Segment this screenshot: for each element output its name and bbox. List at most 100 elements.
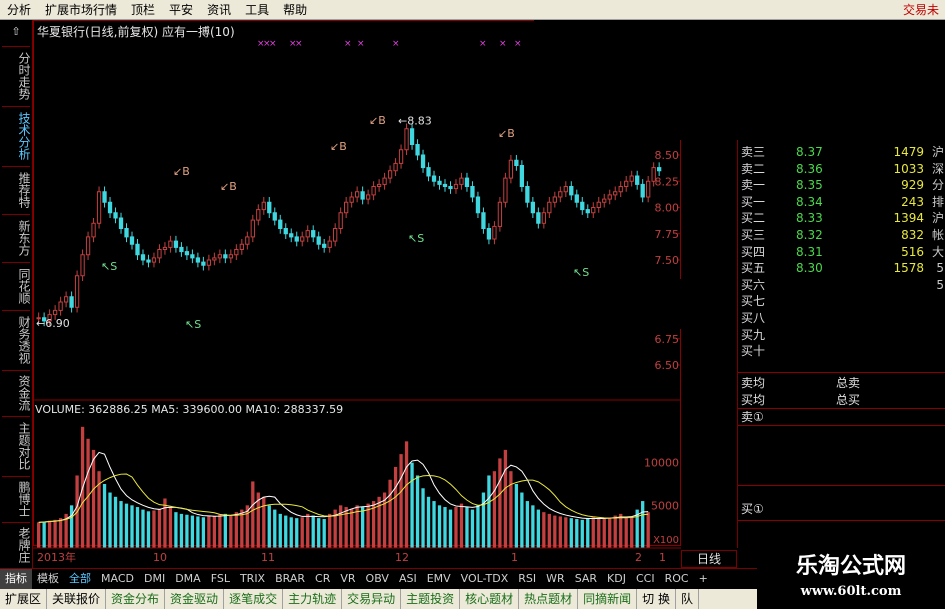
tab-theme-compare[interactable]: 主题对比 (2, 416, 31, 474)
status-tab-10[interactable]: 同摘新闻 (578, 589, 638, 609)
menu-topbar[interactable]: 顶栏 (124, 0, 162, 20)
volume-bar (481, 492, 486, 548)
candle-body (569, 186, 574, 196)
indicator-tab-4[interactable]: DMI (139, 569, 170, 589)
period-selector[interactable]: 日线 (681, 550, 737, 568)
candle-body (118, 217, 124, 229)
menu-trade[interactable]: 交易未 (899, 0, 945, 20)
price-tick-label: 6.50 (655, 359, 680, 372)
buy-label: 买七 (741, 294, 766, 309)
volume-bar (119, 501, 123, 548)
volume-bar (218, 514, 222, 548)
status-tab-8[interactable]: 核心题材 (460, 589, 520, 609)
volume-bar (520, 492, 524, 548)
buy-price: 8.31 (796, 244, 823, 259)
candle-body (173, 240, 179, 248)
volume-bar (91, 449, 96, 548)
status-tab-0[interactable]: 扩展区 (0, 589, 48, 609)
menu-pingan[interactable]: 平安 (162, 0, 200, 20)
status-tab-2[interactable]: 资金分布 (106, 589, 166, 609)
indicator-tab-9[interactable]: CR (310, 569, 335, 589)
status-tab-7[interactable]: 主题投资 (401, 589, 461, 609)
scroll-up-icon[interactable]: ⇧ (0, 20, 32, 44)
tab-pengboshi[interactable]: 鹏博士 (2, 476, 31, 520)
status-tab-1[interactable]: 关联报价 (47, 589, 107, 609)
candle-body (217, 254, 223, 259)
sell-label: 卖二 (741, 161, 766, 176)
indicator-tab-8[interactable]: BRAR (270, 569, 310, 589)
date-tick-label: 1 (511, 551, 518, 564)
volume-bar (207, 515, 211, 548)
candle-body (492, 225, 497, 240)
sell-price: 8.35 (796, 178, 823, 193)
indicator-tab-3[interactable]: MACD (96, 569, 139, 589)
buy-label: 买四 (741, 244, 766, 259)
indicator-tab-2[interactable]: 全部 (64, 569, 96, 589)
tab-tonghuashun[interactable]: 同花顺 (2, 262, 31, 308)
indicator-tab-1[interactable]: 模板 (32, 569, 64, 589)
sell-signal-label: ↖S (101, 260, 117, 273)
status-tab-11[interactable]: 切 换 (637, 589, 676, 609)
indicator-tab-19[interactable]: CCI (631, 569, 660, 589)
candle-body (382, 177, 387, 185)
candle-body (272, 212, 277, 221)
quote-divider (738, 372, 945, 373)
indicator-tab-12[interactable]: ASI (394, 569, 422, 589)
candle-body (195, 257, 201, 263)
status-tab-3[interactable]: 资金驱动 (165, 589, 225, 609)
indicator-tab-21[interactable]: + (694, 569, 713, 589)
tab-old-dealer[interactable]: 老牌庄 (2, 522, 31, 566)
menu-analysis[interactable]: 分析 (0, 0, 38, 20)
candle-body (464, 177, 470, 188)
tab-new-oriental[interactable]: 新东方 (2, 214, 31, 260)
indicator-tab-20[interactable]: ROC (660, 569, 694, 589)
volume-bar (273, 509, 277, 548)
volume-bar (168, 507, 173, 548)
volume-bar (102, 484, 107, 548)
buy-avg-label: 买均 (741, 393, 766, 407)
tab-fund-flow[interactable]: 资金流 (2, 370, 31, 414)
volume-bar (278, 513, 282, 548)
indicator-tab-17[interactable]: SAR (570, 569, 602, 589)
candle-body (547, 201, 552, 214)
price-tick-label: 8.00 (655, 202, 680, 215)
indicator-tab-13[interactable]: EMV (422, 569, 456, 589)
indicator-tab-0[interactable]: 指标 (0, 569, 32, 589)
indicator-tab-5[interactable]: DMA (170, 569, 206, 589)
menu-tools[interactable]: 工具 (238, 0, 276, 20)
tab-recommend[interactable]: 推荐特 (2, 166, 31, 212)
status-tab-6[interactable]: 交易异动 (342, 589, 402, 609)
candle-body (168, 240, 173, 248)
volume-tick-label: 5000 (651, 499, 679, 512)
status-tab-4[interactable]: 逐笔成交 (224, 589, 284, 609)
candle-body (503, 177, 508, 203)
date-tick-label: 2 (635, 551, 642, 564)
buy-price: 8.33 (796, 211, 823, 226)
sell-price: 8.37 (796, 145, 823, 159)
indicator-tab-15[interactable]: RSI (513, 569, 541, 589)
tab-time-chart[interactable]: 分时走势 (2, 46, 31, 104)
indicator-tab-6[interactable]: FSL (206, 569, 235, 589)
candle-body (393, 162, 398, 172)
tab-technical-analysis[interactable]: 技术分析 (2, 106, 31, 164)
candle-body (613, 191, 618, 196)
volume-bar (130, 505, 134, 548)
indicator-tab-11[interactable]: OBV (361, 569, 394, 589)
status-tab-5[interactable]: 主力轨迹 (283, 589, 343, 609)
indicator-tab-10[interactable]: VR (335, 569, 360, 589)
signal-marker: × (295, 39, 303, 49)
indicator-tab-14[interactable]: VOL-TDX (456, 569, 514, 589)
tab-financial[interactable]: 财务透视 (2, 310, 31, 368)
status-tab-12[interactable]: 队 (676, 589, 700, 609)
buy-label: 买一 (741, 194, 766, 209)
indicator-tab-7[interactable]: TRIX (235, 569, 270, 589)
indicator-tab-18[interactable]: KDJ (602, 569, 631, 589)
menu-help[interactable]: 帮助 (276, 0, 314, 20)
volume-bar (597, 518, 601, 548)
indicator-tab-16[interactable]: WR (541, 569, 570, 589)
sell-avg-label: 卖均 (741, 376, 766, 390)
volume-bar (547, 513, 551, 548)
menu-news[interactable]: 资讯 (200, 0, 238, 20)
status-tab-9[interactable]: 热点题材 (519, 589, 579, 609)
menu-extended-market[interactable]: 扩展市场行情 (38, 0, 124, 20)
